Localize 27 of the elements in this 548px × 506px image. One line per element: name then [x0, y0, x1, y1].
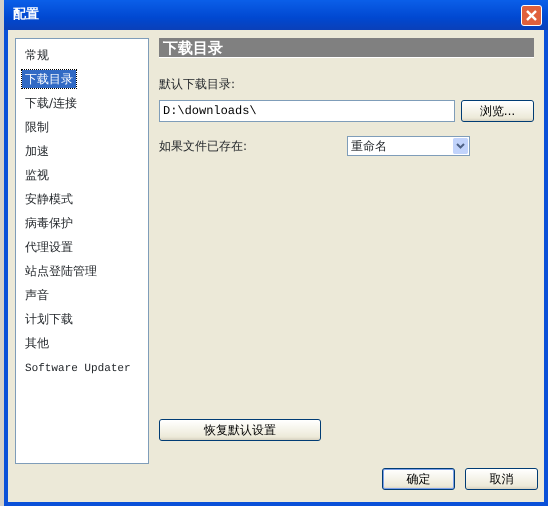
category-item[interactable]: Software Updater [22, 361, 134, 377]
window-title: 配置 [13, 6, 39, 24]
category-item[interactable]: 代理设置 [22, 238, 76, 256]
category-item[interactable]: 其他 [22, 334, 52, 352]
exists-dropdown[interactable]: 重命名 [347, 136, 470, 156]
directory-field[interactable]: D:\downloads\ [159, 100, 455, 122]
field-label: 默认下载目录: [159, 76, 236, 93]
category-item[interactable]: 计划下载 [22, 310, 76, 328]
dropdown-arrow-icon [453, 138, 468, 154]
category-item[interactable]: 站点登陆管理 [22, 262, 100, 280]
dialog-button[interactable]: 取消 [465, 468, 538, 490]
browse-button[interactable]: 浏览... [461, 100, 534, 122]
field-label: 如果文件已存在: [159, 138, 248, 155]
restore-defaults-button[interactable]: 恢复默认设置 [159, 419, 321, 441]
category-item[interactable]: 安静模式 [22, 190, 76, 208]
category-item[interactable]: 下载/连接 [22, 94, 80, 112]
category-item[interactable]: 加速 [22, 142, 52, 160]
section-header: 下载目录 [159, 38, 534, 58]
close-icon [525, 8, 538, 22]
category-item[interactable]: 声音 [22, 286, 52, 304]
dialog-button[interactable]: 确定 [382, 468, 455, 490]
category-item[interactable]: 限制 [22, 118, 52, 136]
category-item[interactable]: 监视 [22, 166, 52, 184]
category-item[interactable]: 常规 [22, 46, 52, 64]
category-item[interactable]: 下载目录 [22, 70, 76, 88]
category-item[interactable]: 病毒保护 [22, 214, 76, 232]
close-button[interactable] [521, 4, 542, 26]
